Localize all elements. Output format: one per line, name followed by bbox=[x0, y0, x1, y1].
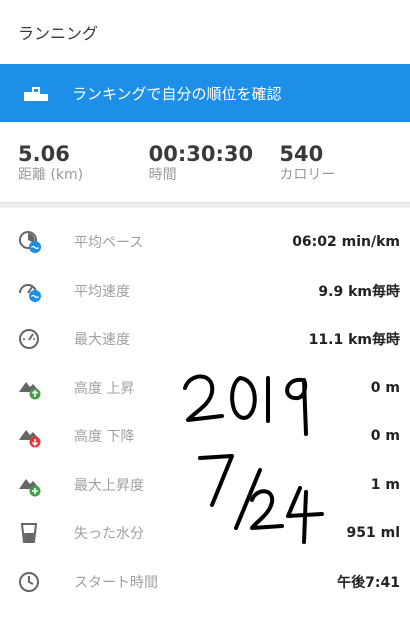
detail-name: 最大上昇度 bbox=[74, 477, 144, 494]
calories-label: カロリー bbox=[279, 167, 336, 183]
time-value: 00:30:30 bbox=[148, 142, 254, 166]
summary-stats: 5.06 距離 (km) 00:30:30 時間 540 カロリー bbox=[0, 122, 410, 202]
podium-icon bbox=[0, 85, 72, 101]
calories-stat: 540 カロリー bbox=[279, 142, 410, 184]
max-speed-icon bbox=[18, 327, 74, 351]
avg-speed-icon bbox=[18, 279, 74, 303]
detail-value: 11.1 km毎時 bbox=[308, 332, 400, 349]
detail-value: 0 m bbox=[370, 428, 400, 445]
clock-icon bbox=[18, 570, 74, 594]
detail-name: 最大速度 bbox=[74, 332, 130, 349]
detail-name: 失った水分 bbox=[74, 526, 144, 543]
detail-row-start-time: スタート時間 午後7:41 bbox=[0, 558, 410, 607]
detail-name: 平均速度 bbox=[74, 283, 130, 300]
detail-value: 1 m bbox=[370, 476, 400, 493]
distance-stat: 5.06 距離 (km) bbox=[18, 142, 149, 184]
detail-name: スタート時間 bbox=[74, 574, 158, 591]
max-elevation-icon bbox=[18, 473, 74, 497]
app-bar: ランニング bbox=[0, 0, 410, 64]
detail-value: 午後7:41 bbox=[337, 574, 400, 591]
detail-row-avg-pace: 平均ペース 06:02 min/km bbox=[0, 218, 410, 267]
calories-value: 540 bbox=[279, 142, 324, 166]
time-stat: 00:30:30 時間 bbox=[149, 142, 280, 184]
elevation-loss-icon bbox=[18, 424, 74, 448]
detail-row-elevation-loss: 高度 下降 0 m bbox=[0, 412, 410, 461]
distance-label: 距離 (km) bbox=[18, 167, 84, 183]
detail-value: 951 ml bbox=[346, 525, 400, 542]
detail-name: 高度 下降 bbox=[74, 429, 135, 446]
detail-list: 平均ペース 06:02 min/km 平均速度 9.9 km毎時 最大速度 11… bbox=[0, 218, 410, 606]
water-glass-icon bbox=[18, 521, 74, 545]
ranking-banner[interactable]: ランキングで自分の順位を確認 bbox=[0, 64, 410, 122]
distance-value: 5.06 bbox=[18, 142, 70, 166]
detail-row-max-elevation: 最大上昇度 1 m bbox=[0, 461, 410, 510]
detail-value: 06:02 min/km bbox=[292, 234, 400, 251]
page-title: ランニング bbox=[18, 24, 99, 43]
detail-row-water-lost: 失った水分 951 ml bbox=[0, 509, 410, 558]
avg-pace-icon bbox=[18, 230, 74, 254]
detail-value: 0 m bbox=[370, 379, 400, 396]
detail-name: 平均ペース bbox=[74, 235, 144, 252]
ranking-banner-label: ランキングで自分の順位を確認 bbox=[72, 84, 282, 103]
detail-row-elevation-gain: 高度 上昇 0 m bbox=[0, 364, 410, 413]
detail-value: 9.9 km毎時 bbox=[318, 283, 400, 300]
elevation-gain-icon bbox=[18, 376, 74, 400]
time-label: 時間 bbox=[148, 167, 177, 183]
detail-row-avg-speed: 平均速度 9.9 km毎時 bbox=[0, 267, 410, 316]
section-divider bbox=[0, 202, 410, 208]
detail-row-max-speed: 最大速度 11.1 km毎時 bbox=[0, 315, 410, 364]
detail-name: 高度 上昇 bbox=[74, 380, 135, 397]
